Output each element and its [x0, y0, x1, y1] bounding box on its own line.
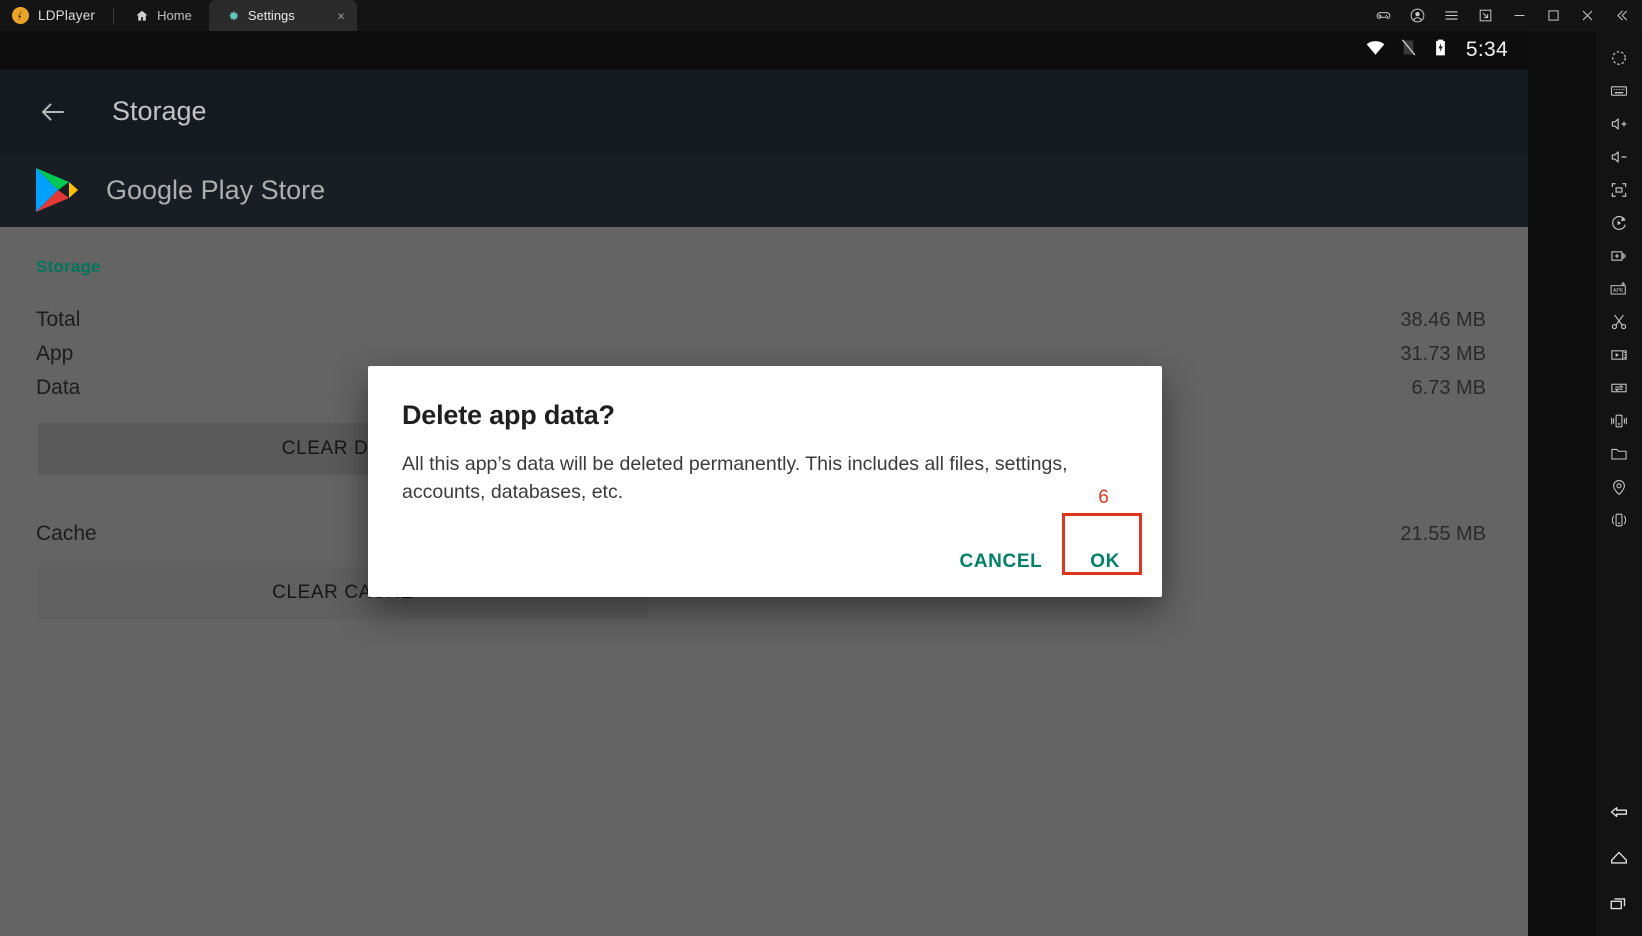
- shake-icon[interactable]: [1596, 404, 1642, 437]
- ldplayer-logo-icon: [12, 7, 29, 24]
- tab-settings[interactable]: Settings ×: [208, 0, 357, 31]
- minimize-icon[interactable]: [1502, 0, 1536, 31]
- menu-icon[interactable]: [1434, 0, 1468, 31]
- file-transfer-icon[interactable]: [1596, 371, 1642, 404]
- close-icon[interactable]: [1570, 0, 1604, 31]
- ldplayer-sidebar: APK: [1528, 31, 1642, 936]
- cancel-button[interactable]: CANCEL: [946, 541, 1057, 583]
- tab-home-label: Home: [157, 8, 192, 23]
- google-play-icon: [34, 166, 80, 216]
- collapse-icon[interactable]: [1604, 0, 1638, 31]
- location-icon[interactable]: [1596, 470, 1642, 503]
- macro-play-icon[interactable]: [1596, 206, 1642, 239]
- tab-close-icon[interactable]: ×: [337, 9, 345, 22]
- nav-home-icon[interactable]: [1596, 840, 1642, 873]
- ok-button[interactable]: OK: [1076, 541, 1134, 583]
- maximize-icon[interactable]: [1536, 0, 1570, 31]
- android-status-bar: 5:34: [0, 31, 1528, 69]
- app-name: Google Play Store: [106, 175, 326, 205]
- dialog-title: Delete app data?: [402, 400, 615, 430]
- no-sim-icon: [1398, 37, 1419, 63]
- keyboard-icon[interactable]: [1596, 74, 1642, 107]
- fullscreen-icon[interactable]: [1596, 173, 1642, 206]
- gamepad-icon[interactable]: [1366, 0, 1400, 31]
- volume-up-icon[interactable]: [1596, 107, 1642, 140]
- install-apk-icon[interactable]: APK: [1596, 272, 1642, 305]
- account-icon[interactable]: [1400, 0, 1434, 31]
- sidebar-icon-column: APK: [1596, 31, 1642, 936]
- svg-text:APK: APK: [1613, 287, 1624, 293]
- wifi-icon: [1364, 36, 1387, 64]
- rotate-screen-icon[interactable]: [1596, 41, 1642, 74]
- home-icon: [135, 9, 149, 23]
- titlebar-divider: [113, 7, 115, 24]
- brand-name: LDPlayer: [38, 8, 96, 23]
- nav-back-icon[interactable]: [1596, 793, 1642, 826]
- video-record-icon[interactable]: [1596, 338, 1642, 371]
- window-controls: [1366, 0, 1642, 31]
- app-window: LDPlayer Home Settings × 5:34 Storage Go…: [0, 0, 1642, 936]
- delete-app-data-dialog: Delete app data? All this app’s data wil…: [368, 366, 1162, 597]
- ldplayer-titlebar: LDPlayer Home Settings ×: [0, 0, 1642, 31]
- annotation-step-number: 6: [1098, 487, 1109, 508]
- tab-settings-label: Settings: [247, 8, 295, 23]
- gear-icon: [226, 9, 240, 23]
- nav-recents-icon[interactable]: [1596, 887, 1642, 920]
- folder-icon[interactable]: [1596, 437, 1642, 470]
- volume-down-icon[interactable]: [1596, 140, 1642, 173]
- tab-home[interactable]: Home: [118, 0, 209, 31]
- resize-icon[interactable]: [1468, 0, 1502, 31]
- app-bar: Storage: [0, 69, 1528, 154]
- screenshot-icon[interactable]: [1596, 305, 1642, 338]
- dialog-actions: CANCEL OK 6: [946, 487, 1143, 583]
- app-header: Google Play Store: [0, 154, 1528, 227]
- brand-area: LDPlayer: [0, 0, 109, 31]
- multi-instance-icon[interactable]: [1596, 239, 1642, 272]
- battery-charging-icon: [1430, 37, 1451, 63]
- status-clock: 5:34: [1465, 38, 1508, 61]
- ok-button-wrapper: OK 6: [1062, 487, 1143, 583]
- back-arrow-icon[interactable]: [38, 97, 68, 127]
- page-title: Storage: [112, 96, 207, 126]
- tab-strip: Home Settings ×: [118, 0, 357, 31]
- rotate-device-icon[interactable]: [1596, 503, 1642, 536]
- dialog-message: All this app’s data will be deleted perm…: [402, 453, 1068, 503]
